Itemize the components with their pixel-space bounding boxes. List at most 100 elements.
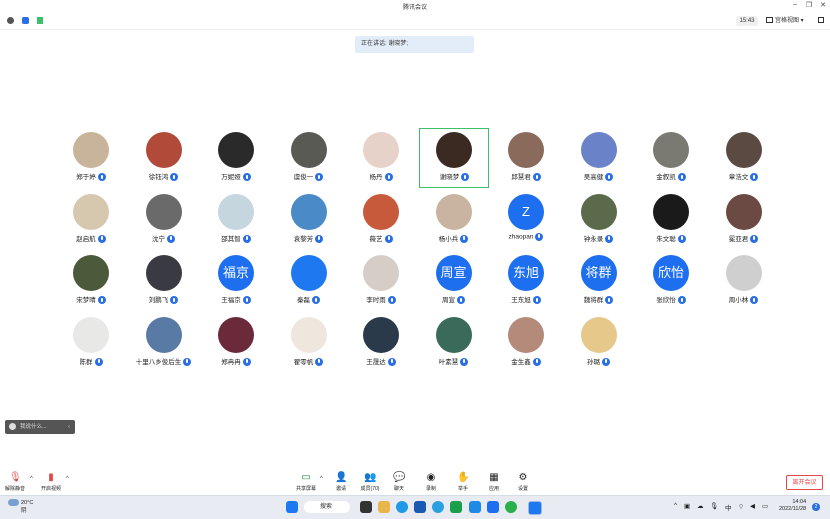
record-button[interactable]: ◉ 录制 xyxy=(416,472,446,492)
mic-options-caret[interactable]: ^ xyxy=(30,476,33,482)
participant-tile[interactable]: 邱慧君 xyxy=(491,128,561,188)
participant-tile[interactable]: 赵启航 xyxy=(56,190,126,250)
participant-tile[interactable]: 袁黎芳 xyxy=(274,190,344,250)
layout-button[interactable]: 宫格视图 ▾ xyxy=(766,16,804,26)
shield-icon[interactable] xyxy=(22,17,29,24)
chevron-left-icon[interactable]: ‹ xyxy=(68,420,70,434)
participant-tile[interactable]: 杨小兵 xyxy=(419,190,489,250)
participant-tile[interactable]: 十里八乡俊后生 xyxy=(129,313,199,373)
task-view-icon[interactable] xyxy=(360,501,372,513)
file-explorer-icon[interactable] xyxy=(378,501,390,513)
participant-tile[interactable]: 周小林 xyxy=(709,251,779,311)
participant-tile[interactable]: 邵其智 xyxy=(201,190,271,250)
windows-start-icon[interactable] xyxy=(286,501,298,513)
participant-tile[interactable]: 金叙凯 xyxy=(636,128,706,188)
avatar: 欣怡 xyxy=(653,255,689,291)
wechat-work-icon[interactable] xyxy=(450,501,462,513)
volume-icon[interactable]: ◀ xyxy=(750,502,755,510)
minimize-icon[interactable]: – xyxy=(790,1,800,8)
fullscreen-icon[interactable] xyxy=(818,17,824,23)
avatar xyxy=(725,193,762,230)
participant-tile[interactable]: 周宣 周宣 xyxy=(419,251,489,311)
store-icon[interactable] xyxy=(414,501,426,513)
video-button[interactable]: ▮ 开启视频 xyxy=(36,472,66,492)
participant-tile[interactable]: 翟零帆 xyxy=(274,313,344,373)
participant-tile[interactable]: 刘鹏飞 xyxy=(129,251,199,311)
participant-tile[interactable]: 万妮娅 xyxy=(201,128,271,188)
mic-icon xyxy=(535,232,544,241)
taskbar-search[interactable]: 搜索 xyxy=(304,501,350,513)
mute-button[interactable]: 🎙 解除静音 xyxy=(0,472,30,492)
participant-tile[interactable]: 谢晓梦 xyxy=(418,128,489,188)
settings-button[interactable]: ⚙ 设置 xyxy=(508,472,538,492)
wifi-icon[interactable]: ⌔ xyxy=(738,502,744,511)
info-icon[interactable] xyxy=(7,17,14,24)
participant-tile[interactable]: 王晟达 xyxy=(346,313,416,373)
participant-tile[interactable]: 宋梦晴 xyxy=(56,251,126,311)
notification-badge[interactable]: 2 xyxy=(812,503,820,511)
apps-button[interactable]: ▦ 应用 xyxy=(479,472,509,492)
participant-tile[interactable]: 吴高健 xyxy=(564,128,634,188)
signal-icon[interactable] xyxy=(37,17,43,24)
chat-app-icon[interactable] xyxy=(505,501,517,513)
participant-name: 周小林 xyxy=(709,294,779,305)
participant-tile[interactable]: 沈宁 xyxy=(129,190,199,250)
browser-icon[interactable] xyxy=(432,501,444,513)
participant-tile[interactable]: 叶素慧 xyxy=(419,313,489,373)
share-screen-button[interactable]: ▭ 共享屏幕 xyxy=(291,472,321,492)
close-icon[interactable]: ✕ xyxy=(818,1,828,9)
participant-name: 沈宁 xyxy=(129,233,199,243)
tray-overflow-icon[interactable]: ^ xyxy=(674,502,677,509)
participant-tile[interactable]: 东旭 王东旭 xyxy=(491,251,561,311)
raise-hand-button[interactable]: ✋ 举手 xyxy=(448,472,478,492)
add-person-icon: 👤 xyxy=(335,472,348,483)
app-icon[interactable] xyxy=(469,501,481,513)
dingtalk-icon[interactable] xyxy=(487,501,499,513)
participant-tile[interactable]: 将群 魏将群 xyxy=(564,251,634,311)
video-options-caret[interactable]: ^ xyxy=(66,476,69,482)
participant-tile[interactable]: 虞俊一 xyxy=(274,128,344,188)
participant-name: zhaopan xyxy=(491,232,561,241)
chat-quick-bar[interactable]: 我说什么... ‹ xyxy=(5,420,75,434)
participant-tile[interactable]: 孙璐 xyxy=(564,313,634,373)
participant-tile[interactable]: 徐钰鸿 xyxy=(129,128,199,188)
chat-button[interactable]: 💬 聊天 xyxy=(384,472,414,492)
participant-name-text: zhaopan xyxy=(508,233,534,241)
taskbar-clock[interactable]: 14:04 2022/11/28 xyxy=(779,499,806,513)
participant-tile[interactable]: 薇艺 xyxy=(346,190,416,250)
emoji-icon[interactable] xyxy=(9,423,16,431)
tray-cloud-icon[interactable]: ☁ xyxy=(697,502,704,510)
participant-tile[interactable]: 郑于婷 xyxy=(56,128,126,188)
members-button[interactable]: 👥 成员(70) xyxy=(355,472,385,492)
mic-icon xyxy=(315,173,324,182)
invite-button[interactable]: 👤 邀请 xyxy=(326,472,356,492)
tray-app-icon[interactable]: ▣ xyxy=(684,502,690,510)
ime-indicator[interactable]: 中 xyxy=(725,502,732,512)
participant-tile[interactable]: 郑冉冉 xyxy=(201,313,271,373)
participant-tile[interactable]: 陈群 xyxy=(56,313,126,373)
participant-tile[interactable]: 章浩文 xyxy=(709,128,779,188)
avatar xyxy=(363,193,399,230)
participant-tile[interactable]: 金生鑫 xyxy=(491,313,561,373)
battery-icon[interactable]: ▭ xyxy=(762,502,768,510)
participant-tile[interactable]: 李时雨 xyxy=(346,251,416,311)
leave-meeting-button[interactable]: 离开会议 xyxy=(786,475,823,490)
participant-tile[interactable]: 杨丹 xyxy=(346,128,416,188)
participant-tile[interactable]: Zzhaopan xyxy=(491,190,561,250)
participant-name-text: 章浩文 xyxy=(728,174,749,181)
restore-icon[interactable]: ❐ xyxy=(804,1,814,9)
participant-tile[interactable]: 秦磊 xyxy=(274,251,344,311)
participant-tile[interactable]: 朱文聪 xyxy=(636,190,706,250)
record-icon: ◉ xyxy=(426,472,436,483)
tencent-meeting-icon[interactable] xyxy=(528,501,542,515)
participant-tile[interactable]: 冕亚君 xyxy=(709,190,779,250)
mic-icon xyxy=(384,173,393,182)
participant-tile[interactable]: 福京 王福京 xyxy=(201,251,271,311)
participant-tile[interactable]: 欣怡 张欣怡 xyxy=(636,251,706,311)
share-options-caret[interactable]: ^ xyxy=(320,476,323,482)
chat-input[interactable]: 我说什么... xyxy=(20,424,47,430)
edge-icon[interactable] xyxy=(396,501,408,513)
participant-tile[interactable]: 钟永录 xyxy=(564,190,634,250)
tray-mic-icon[interactable]: 🎙 xyxy=(710,502,718,510)
weather-widget[interactable]: 20°C 阴 xyxy=(8,499,33,514)
